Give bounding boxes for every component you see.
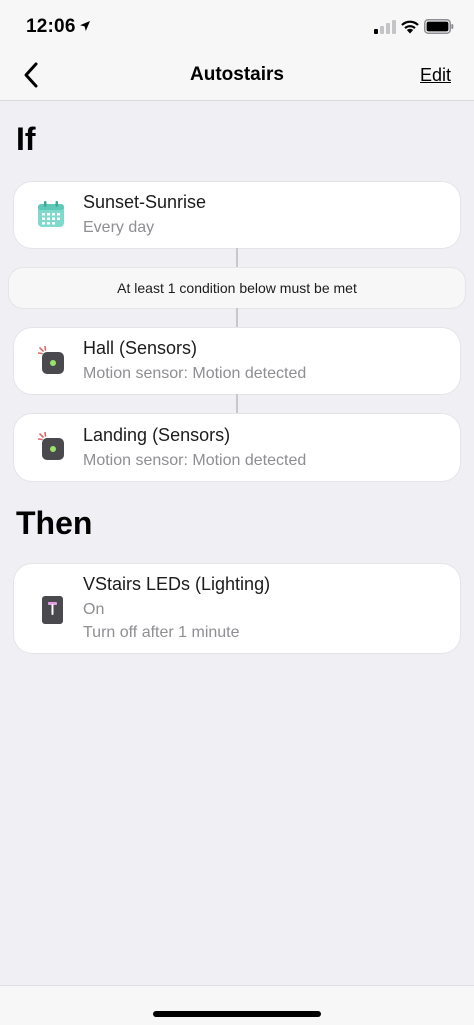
bottom-bar: [0, 985, 474, 1025]
action-state: On: [83, 601, 105, 618]
status-time: 12:06: [26, 16, 76, 37]
light-switch-icon: [42, 596, 63, 624]
action-detail: Turn off after 1 minute: [83, 624, 240, 641]
top-bar: 12:06 Autostairs Edit: [0, 0, 474, 101]
motion-sensor-icon: [38, 346, 64, 374]
connector-line: [236, 308, 238, 328]
condition-subtitle: Motion sensor: Motion detected: [83, 452, 307, 469]
cellular-signal-icon: [374, 20, 396, 34]
condition-card-hall[interactable]: Hall (Sensors) Motion sensor: Motion det…: [14, 328, 460, 394]
location-arrow-icon: [80, 21, 90, 31]
home-indicator[interactable]: [153, 1011, 321, 1017]
if-heading: If: [16, 121, 36, 157]
condition-card-landing[interactable]: Landing (Sensors) Motion sensor: Motion …: [14, 414, 460, 481]
condition-subtitle: Motion sensor: Motion detected: [83, 365, 307, 382]
battery-icon: [424, 19, 454, 34]
condition-note: At least 1 condition below must be met: [9, 268, 465, 308]
connector-line: [236, 248, 238, 268]
trigger-subtitle: Every day: [83, 219, 155, 236]
motion-sensor-icon: [38, 432, 64, 460]
trigger-title: Sunset-Sunrise: [83, 192, 207, 212]
action-card-vstairs-leds[interactable]: VStairs LEDs (Lighting) On Turn off afte…: [14, 564, 460, 653]
status-bar: 12:06: [0, 0, 474, 52]
navigation-bar: Autostairs Edit: [0, 52, 474, 100]
calendar-icon: [38, 201, 64, 227]
then-heading: Then: [16, 505, 93, 541]
edit-button[interactable]: Edit: [420, 65, 451, 86]
wifi-icon: [401, 20, 419, 34]
condition-title: Hall (Sensors): [83, 338, 198, 358]
condition-title: Landing (Sensors): [83, 425, 231, 445]
connector-line: [236, 394, 238, 414]
action-title: VStairs LEDs (Lighting): [83, 574, 271, 594]
page-title: Autostairs: [190, 64, 284, 85]
trigger-card-sunset-sunrise[interactable]: Sunset-Sunrise Every day: [14, 182, 460, 248]
